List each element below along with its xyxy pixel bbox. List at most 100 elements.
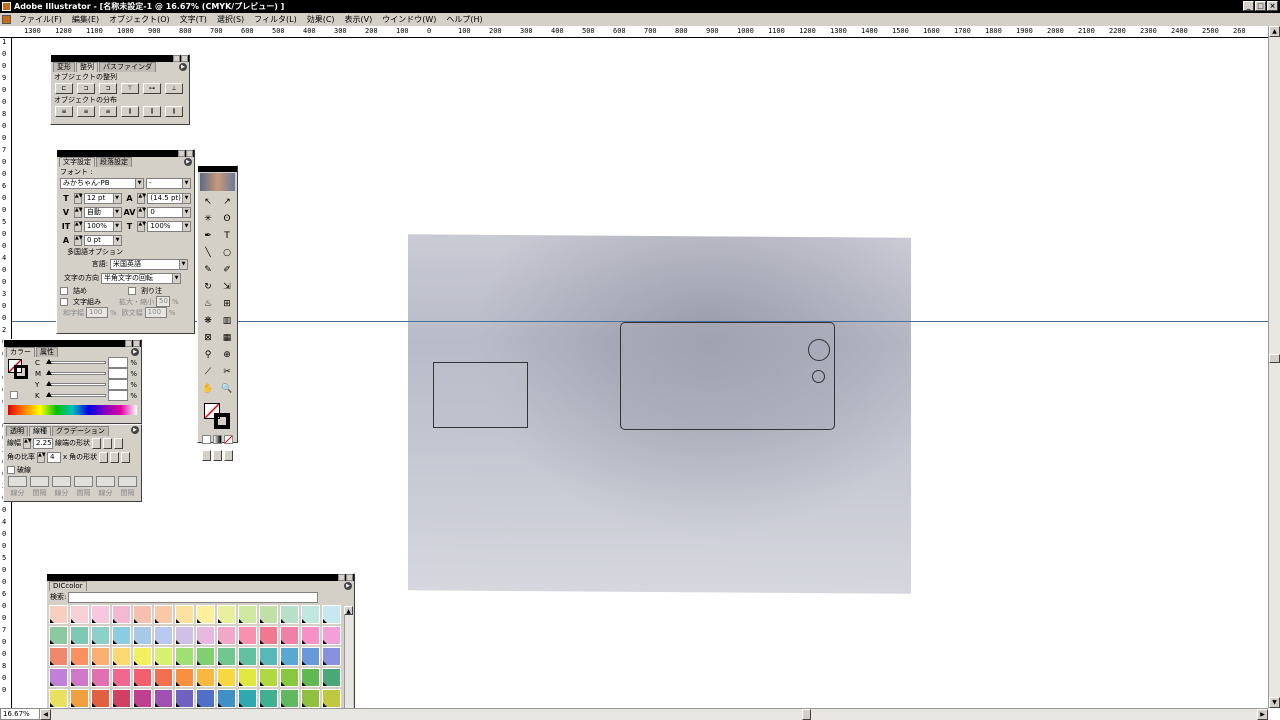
- scroll-up-icon[interactable]: ▲: [344, 606, 353, 615]
- color-swatch[interactable]: [49, 668, 68, 687]
- color-swatch[interactable]: [196, 647, 215, 666]
- vertical-scroll-thumb[interactable]: [1269, 354, 1280, 363]
- full-screen-menu-mode-icon[interactable]: [213, 450, 222, 461]
- color-swatch[interactable]: [322, 647, 341, 666]
- tab-diccolor[interactable]: DICcolor: [49, 581, 87, 591]
- vertical-scale-stepper[interactable]: ▲▼: [73, 220, 83, 232]
- color-swatch[interactable]: [49, 689, 68, 708]
- none-mode-button[interactable]: [224, 435, 233, 444]
- scroll-left-icon[interactable]: ◀: [40, 709, 51, 720]
- panel-menu-arrow-icon[interactable]: ▶: [179, 63, 187, 71]
- color-swatch[interactable]: [259, 647, 278, 666]
- menu-file[interactable]: ファイル(F): [14, 13, 67, 26]
- color-swatch[interactable]: [280, 647, 299, 666]
- menu-object[interactable]: オブジェクト(O): [104, 13, 175, 26]
- font-style-select[interactable]: - ▼: [146, 178, 191, 189]
- magic-wand-tool-icon[interactable]: ✳: [200, 211, 216, 227]
- gap-1-field[interactable]: [30, 476, 49, 487]
- panel-titlebar[interactable]: [57, 150, 194, 157]
- chevron-down-icon[interactable]: ▼: [182, 179, 190, 188]
- toolbox-titlebar[interactable]: [198, 166, 237, 172]
- graph-tool-icon[interactable]: ▥: [219, 313, 235, 329]
- distribute-top-icon[interactable]: ≡: [55, 106, 73, 117]
- color-swatch[interactable]: [301, 626, 320, 645]
- mojigumi-checkbox[interactable]: [60, 297, 68, 306]
- eyedropper-tool-icon[interactable]: ⚲: [200, 347, 216, 363]
- oubun-haba-field[interactable]: 100: [144, 307, 167, 318]
- color-swatch[interactable]: [91, 605, 110, 624]
- tab-pathfinder[interactable]: パスファインダ: [99, 62, 156, 72]
- color-swatch[interactable]: [49, 647, 68, 666]
- color-swatch[interactable]: [154, 668, 173, 687]
- gradient-tool-icon[interactable]: ▦: [219, 330, 235, 346]
- panel-menu-arrow-icon[interactable]: ▶: [184, 158, 192, 166]
- tab-character[interactable]: 文字設定: [59, 157, 95, 167]
- panel-menu-arrow-icon[interactable]: ▶: [131, 348, 139, 356]
- chevron-down-icon[interactable]: ▼: [182, 221, 190, 231]
- projecting-cap-icon[interactable]: [114, 437, 123, 449]
- warp-tool-icon[interactable]: ♨: [200, 296, 216, 312]
- horizontal-scale-stepper[interactable]: ▲▼: [137, 220, 146, 232]
- type-tool-icon[interactable]: T: [219, 228, 235, 244]
- line-tool-icon[interactable]: ╲: [200, 245, 216, 261]
- color-swatch[interactable]: [70, 605, 89, 624]
- rectangle-path[interactable]: [433, 362, 528, 428]
- paintbrush-tool-icon[interactable]: ✎: [200, 262, 216, 278]
- tracking-stepper[interactable]: ▲▼: [137, 206, 146, 218]
- tsume-checkbox[interactable]: [60, 286, 68, 295]
- miter-limit-stepper[interactable]: ▲▼: [37, 451, 46, 463]
- scroll-down-icon[interactable]: ▼: [1269, 697, 1280, 708]
- color-swatch[interactable]: [133, 668, 152, 687]
- kerning-field[interactable]: 自動 ▼: [83, 206, 122, 218]
- panel-titlebar[interactable]: [4, 340, 141, 347]
- tab-stroke[interactable]: 線種: [29, 426, 51, 436]
- language-select[interactable]: 米国英語 ▼: [110, 258, 188, 270]
- menu-select[interactable]: 選択(S): [212, 13, 249, 26]
- dash-1-field[interactable]: [8, 476, 27, 487]
- direction-select[interactable]: 半角文字の回転 ▼: [101, 272, 181, 284]
- dash-3-field[interactable]: [96, 476, 115, 487]
- color-swatch[interactable]: [196, 626, 215, 645]
- scissors-tool-icon[interactable]: ✂: [219, 364, 235, 380]
- color-swatch[interactable]: [175, 626, 194, 645]
- adobe-logo-icon[interactable]: [200, 173, 235, 191]
- chevron-down-icon[interactable]: ▼: [113, 235, 121, 245]
- color-swatch[interactable]: [133, 605, 152, 624]
- color-swatch[interactable]: [91, 668, 110, 687]
- color-swatch[interactable]: [49, 626, 68, 645]
- tab-transparency[interactable]: 透明: [6, 426, 28, 436]
- free-transform-tool-icon[interactable]: ⊞: [219, 296, 235, 312]
- color-swatch[interactable]: [280, 668, 299, 687]
- color-swatch[interactable]: [196, 605, 215, 624]
- tab-paragraph[interactable]: 段落設定: [96, 157, 132, 167]
- butt-cap-icon[interactable]: [92, 437, 101, 449]
- chevron-down-icon[interactable]: ▼: [182, 207, 190, 217]
- symbol-sprayer-tool-icon[interactable]: ❋: [200, 313, 216, 329]
- color-swatch[interactable]: [196, 689, 215, 708]
- chevron-down-icon[interactable]: ▼: [179, 259, 187, 269]
- distribute-vcenter-icon[interactable]: ≡: [77, 106, 95, 117]
- color-swatch[interactable]: [112, 626, 131, 645]
- color-swatch[interactable]: [91, 626, 110, 645]
- align-right-icon[interactable]: ⊐: [99, 83, 117, 94]
- color-swatch[interactable]: [217, 626, 236, 645]
- pen-tool-icon[interactable]: ✒: [200, 228, 216, 244]
- camera-circle-small[interactable]: [812, 370, 825, 383]
- distribute-right-icon[interactable]: ⫼: [165, 106, 183, 117]
- align-top-icon[interactable]: ⊤: [121, 83, 139, 94]
- color-swatch[interactable]: [49, 605, 68, 624]
- horizontal-scrollbar[interactable]: ◀ ▶: [40, 708, 1268, 720]
- panel-minimize-button[interactable]: [178, 150, 185, 157]
- standard-screen-mode-icon[interactable]: [202, 450, 211, 461]
- color-swatch[interactable]: [238, 647, 257, 666]
- scroll-right-icon[interactable]: ▶: [1257, 709, 1268, 720]
- slice-tool-icon[interactable]: ⟋: [200, 364, 216, 380]
- color-swatch[interactable]: [280, 626, 299, 645]
- horizontal-ruler[interactable]: 1300 1200 1100 1000 900 800 700 600 500 400 300 200…: [0, 26, 1268, 38]
- font-size-field[interactable]: 12 pt ▼: [83, 192, 122, 204]
- panel-minimize-button[interactable]: [338, 574, 345, 581]
- color-swatch[interactable]: [259, 668, 278, 687]
- align-vcenter-icon[interactable]: ⊶: [143, 83, 161, 94]
- menu-filter[interactable]: フィルタ(L): [249, 13, 302, 26]
- stroke-width-stepper[interactable]: ▲▼: [23, 437, 32, 449]
